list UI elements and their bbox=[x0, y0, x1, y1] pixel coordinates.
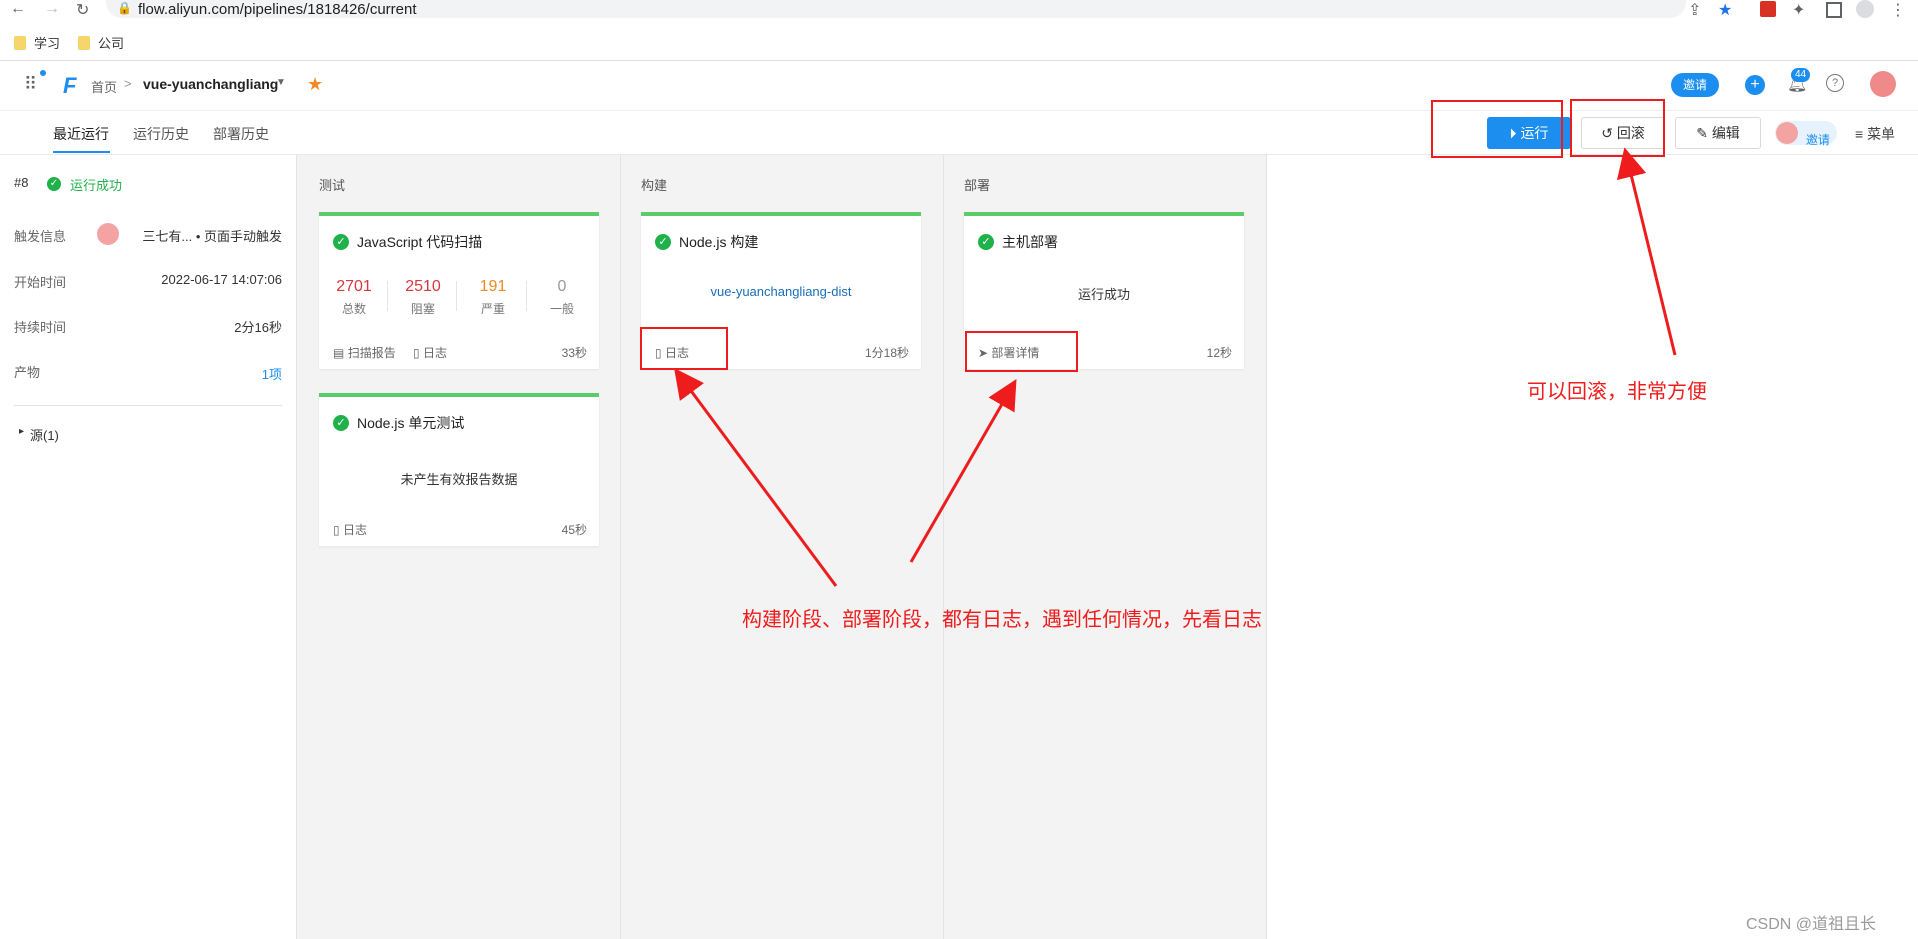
arrow-to-rollback bbox=[1616, 147, 1677, 356]
annotation-log-note: 构建阶段、部署阶段，都有日志，遇到任何情况，先看日志 bbox=[742, 609, 1262, 631]
arrow-to-deploy-detail bbox=[909, 379, 1017, 563]
annotation-arrows bbox=[674, 147, 1677, 587]
arrow-to-build-log bbox=[674, 367, 838, 587]
annotation-rollback-note: 可以回滚，非常方便 bbox=[1527, 381, 1707, 403]
watermark: CSDN @道祖且长 bbox=[1746, 916, 1877, 933]
